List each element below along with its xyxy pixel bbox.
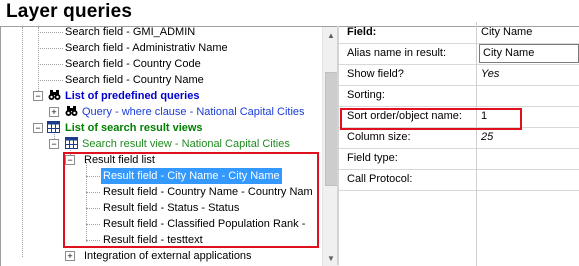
property-label: Column size:	[347, 131, 411, 143]
property-label: Alias name in result:	[347, 47, 447, 59]
tree-item-search-field[interactable]: Search field - GMI_ADMIN	[65, 27, 195, 40]
property-value-alias[interactable]: City Name	[476, 43, 579, 64]
property-label: Sorting:	[347, 89, 385, 101]
alias-input[interactable]: City Name	[479, 44, 579, 63]
property-label: Field type:	[347, 152, 398, 164]
property-label: Show field?	[347, 68, 404, 80]
property-row-field-type: Field type:	[339, 148, 579, 170]
property-row-show-field: Show field? Yes	[339, 64, 579, 86]
expand-toggle[interactable]: +	[65, 251, 75, 261]
property-value-column-size[interactable]: 25	[476, 127, 579, 148]
tree-line	[38, 48, 63, 49]
tree-item-search-result-view[interactable]: Search result view - National Capital Ci…	[82, 136, 290, 152]
tree-panel: Search field - GMI_ADMIN Search field - …	[0, 26, 339, 266]
property-empty-area	[339, 190, 579, 266]
expand-toggle[interactable]: +	[49, 107, 59, 117]
binoculars-icon	[48, 90, 61, 100]
tree-category-predefined-queries[interactable]: List of predefined queries	[65, 88, 199, 104]
property-row-call-protocol: Call Protocol:	[339, 169, 579, 191]
property-value-field-type[interactable]	[476, 148, 579, 169]
property-row-field: Field: City Name	[339, 22, 579, 44]
property-row-sorting: Sorting:	[339, 85, 579, 107]
tree-item-search-field[interactable]: Search field - Administrativ Name	[65, 40, 228, 56]
property-value-sorting[interactable]	[476, 85, 579, 106]
tree-line	[38, 32, 63, 33]
property-value-field[interactable]: City Name	[476, 22, 579, 43]
collapse-toggle[interactable]: −	[33, 91, 43, 101]
collapse-toggle[interactable]: −	[33, 123, 43, 133]
tree-line	[38, 27, 39, 97]
table-icon	[65, 137, 78, 149]
property-row-column-size: Column size: 25	[339, 127, 579, 149]
property-row-alias: Alias name in result: City Name	[339, 43, 579, 65]
highlight-box-sort-order	[340, 108, 522, 130]
tree-item-query[interactable]: Query - where clause - National Capital …	[82, 104, 305, 120]
layer-tree[interactable]: Search field - GMI_ADMIN Search field - …	[1, 27, 322, 266]
window-title: Layer queries	[6, 1, 133, 22]
property-value-empty	[476, 190, 579, 266]
tree-line	[38, 64, 63, 65]
tree-item-search-field[interactable]: Search field - Country Name	[65, 72, 204, 88]
property-label: Call Protocol:	[347, 173, 413, 185]
tree-line	[22, 27, 23, 257]
properties-panel: Field: City Name Alias name in result: C…	[339, 22, 579, 266]
table-icon	[47, 121, 60, 133]
tree-category-search-result-views[interactable]: List of search result views	[65, 120, 203, 136]
binoculars-icon	[65, 106, 78, 116]
highlight-box-result-fields	[63, 152, 319, 248]
tree-item-search-field[interactable]: Search field - Country Code	[65, 56, 201, 72]
property-value-show-field[interactable]: Yes	[476, 64, 579, 85]
tree-line	[38, 80, 63, 81]
tree-item-external-applications[interactable]: Integration of external applications	[84, 248, 252, 264]
collapse-toggle[interactable]: −	[49, 139, 59, 149]
property-value-call-protocol[interactable]	[476, 169, 579, 190]
property-label: Field:	[347, 26, 377, 38]
